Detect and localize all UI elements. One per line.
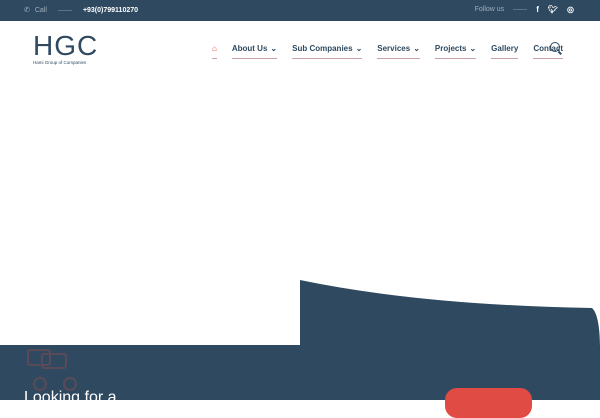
main-nav: ⌂ About Us ⌄ Sub Companies ⌄ Services ⌄ Pro…	[212, 44, 564, 59]
cta-text: Looking for a	[24, 389, 117, 406]
logo[interactable]: HGC Hami Group of Companies	[33, 30, 99, 66]
nav-gallery[interactable]: Gallery	[491, 44, 519, 59]
home-icon: ⌂	[212, 44, 217, 53]
nav-label: Gallery	[491, 44, 519, 53]
chat-icon	[27, 349, 77, 391]
nav-sub-companies[interactable]: Sub Companies ⌄	[292, 44, 363, 59]
nav-label: Services	[377, 44, 411, 53]
twitter-icon[interactable]: 🐦︎	[548, 5, 558, 14]
cta-button[interactable]	[445, 388, 532, 418]
nav-label: Sub Companies	[292, 44, 353, 53]
follow-label: Follow us	[474, 6, 505, 13]
logo-title: HGC	[33, 30, 99, 61]
top-bar: ✆ Call +93(0)799110270 Follow us f 🐦︎ ◎	[0, 0, 600, 21]
call-label: Call	[34, 6, 47, 14]
social-links: Follow us f 🐦︎ ◎	[475, 5, 574, 14]
chevron-down-icon: ⌄	[469, 44, 477, 53]
chevron-down-icon: ⌄	[355, 44, 363, 53]
call-info: ✆ Call +93(0)799110270	[24, 6, 138, 15]
chevron-down-icon: ⌄	[413, 44, 420, 53]
nav-about-us[interactable]: About Us ⌄	[231, 44, 278, 59]
search-icon[interactable]	[550, 42, 560, 52]
decorative-wave-shape	[300, 280, 600, 350]
nav-services[interactable]: Services ⌄	[377, 44, 420, 59]
facebook-icon[interactable]: f	[536, 5, 539, 14]
nav-label: Projects	[434, 44, 467, 53]
nav-home[interactable]: ⌂	[212, 44, 217, 59]
nav-projects[interactable]: Projects ⌄	[434, 44, 477, 59]
instagram-icon[interactable]: ◎	[567, 5, 574, 14]
phone-number[interactable]: +93(0)799110270	[83, 7, 138, 14]
phone-icon: ✆	[24, 7, 30, 14]
nav-label: About Us	[231, 44, 268, 53]
chevron-down-icon: ⌄	[270, 44, 278, 53]
